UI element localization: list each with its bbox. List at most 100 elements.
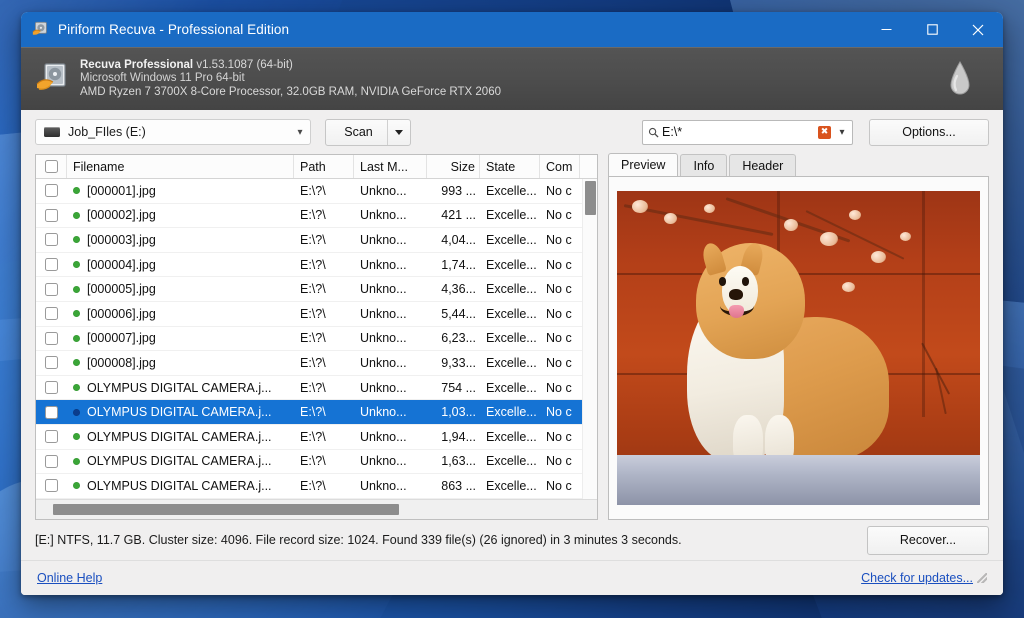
status-dot-green-icon (73, 285, 80, 293)
table-row[interactable]: [000003].jpg E:\?\ Unkno... 4,04... Excelle.… (36, 228, 597, 253)
table-row[interactable]: OLYMPUS DIGITAL CAMERA.j... E:\?\ Unkno...… (36, 425, 597, 450)
filename-text: OLYMPUS DIGITAL CAMERA.j... (87, 405, 272, 420)
filename-text: [000005].jpg (87, 282, 156, 297)
row-checkbox[interactable] (36, 179, 67, 203)
column-header-comment[interactable]: Com (540, 155, 580, 178)
search-filter-box[interactable]: E:\* ✖ ▾ (642, 119, 853, 145)
cell-size: 4,04... (441, 232, 476, 247)
status-dot-green-icon (73, 384, 80, 392)
search-icon (648, 127, 659, 138)
cell-filename: OLYMPUS DIGITAL CAMERA.j... (67, 450, 294, 474)
table-row[interactable]: OLYMPUS DIGITAL CAMERA.j... E:\?\ Unkno...… (36, 376, 597, 401)
status-dot-green-icon (73, 433, 80, 441)
clear-search-icon[interactable]: ✖ (818, 125, 831, 139)
cell-last-modified: Unkno... (360, 405, 407, 420)
row-checkbox[interactable] (36, 253, 67, 277)
cell-state: Excelle... (486, 478, 537, 493)
table-row[interactable]: OLYMPUS DIGITAL CAMERA.j... E:\?\ Unkno...… (36, 474, 597, 499)
cell-size: 421 ... (441, 208, 476, 223)
check-for-updates-link[interactable]: Check for updates... (861, 571, 973, 585)
cell-size: 754 ... (441, 380, 476, 395)
row-checkbox[interactable] (36, 228, 67, 252)
checkbox-icon (45, 208, 58, 222)
horizontal-scrollbar[interactable] (36, 499, 597, 519)
checkbox-icon (45, 307, 58, 321)
row-checkbox[interactable] (36, 302, 67, 326)
cell-filename: [000002].jpg (67, 204, 294, 228)
scan-button[interactable]: Scan (325, 118, 411, 146)
table-row[interactable]: [000008].jpg E:\?\ Unkno... 9,33... Excelle.… (36, 351, 597, 376)
column-header-filename[interactable]: Filename (67, 155, 294, 178)
table-row[interactable]: OLYMPUS DIGITAL CAMERA.j... E:\?\ Unkno...… (36, 450, 597, 475)
chevron-down-icon: ▾ (297, 126, 303, 138)
row-checkbox[interactable] (36, 277, 67, 301)
toolbar: Job_FIles (E:) ▾ Scan E:\* ✖ ▾ Options..… (21, 110, 1003, 154)
row-checkbox[interactable] (36, 425, 67, 449)
cell-path: E:\?\ (300, 405, 326, 420)
checkbox-icon (45, 258, 58, 272)
table-row[interactable]: [000005].jpg E:\?\ Unkno... 4,36... Excelle.… (36, 277, 597, 302)
online-help-link[interactable]: Online Help (37, 571, 102, 585)
filename-text: OLYMPUS DIGITAL CAMERA.j... (87, 380, 272, 395)
checkbox-icon (45, 356, 58, 370)
tab-preview[interactable]: Preview (608, 153, 679, 176)
horizontal-scrollbar-thumb[interactable] (53, 504, 399, 515)
cell-last-modified: Unkno... (360, 282, 407, 297)
row-checkbox[interactable] (36, 351, 67, 375)
file-list[interactable]: Filename Path Last M... Size State Com [… (35, 154, 598, 520)
cell-size: 4,36... (441, 282, 476, 297)
scan-dropdown-button[interactable] (387, 119, 410, 145)
row-checkbox[interactable] (36, 327, 67, 351)
column-header-last-modified[interactable]: Last M... (354, 155, 427, 178)
resize-grip-icon[interactable] (977, 573, 987, 583)
minimize-button[interactable] (863, 12, 909, 47)
cell-path: E:\?\ (300, 355, 326, 370)
tab-header[interactable]: Header (729, 154, 797, 176)
footer-bar: Online Help Check for updates... (21, 560, 1003, 595)
cell-filename: [000008].jpg (67, 351, 294, 375)
content-split: Filename Path Last M... Size State Com [… (21, 153, 1003, 520)
search-input-value[interactable]: E:\* (659, 125, 818, 139)
table-row[interactable]: [000006].jpg E:\?\ Unkno... 5,44... Excelle.… (36, 302, 597, 327)
column-header-size[interactable]: Size (427, 155, 480, 178)
title-bar[interactable]: Piriform Recuva - Professional Edition (21, 12, 1003, 47)
column-header-path[interactable]: Path (294, 155, 354, 178)
tab-info[interactable]: Info (680, 154, 728, 176)
maximize-button[interactable] (909, 12, 955, 47)
row-checkbox[interactable] (36, 400, 67, 424)
drive-select[interactable]: Job_FIles (E:) ▾ (35, 119, 311, 145)
row-checkbox[interactable] (36, 376, 67, 400)
options-button[interactable]: Options... (869, 118, 989, 146)
status-dot-green-icon (73, 236, 80, 244)
table-row[interactable]: OLYMPUS DIGITAL CAMERA.j... E:\?\ Unkno...… (36, 400, 597, 425)
table-row[interactable]: [000001].jpg E:\?\ Unkno... 993 ... Excelle.… (36, 179, 597, 204)
cell-path: E:\?\ (300, 282, 326, 297)
row-checkbox[interactable] (36, 474, 67, 498)
cell-last-modified: Unkno... (360, 306, 407, 321)
select-all-checkbox[interactable] (36, 155, 67, 178)
close-button[interactable] (955, 12, 1001, 47)
row-checkbox[interactable] (36, 204, 67, 228)
cell-comment: No c (546, 232, 572, 247)
status-dot-blue-icon (73, 408, 80, 416)
recover-button[interactable]: Recover... (867, 525, 989, 555)
cell-path: E:\?\ (300, 306, 326, 321)
tab-label: Info (693, 158, 715, 173)
table-row[interactable]: [000007].jpg E:\?\ Unkno... 6,23... Excelle.… (36, 327, 597, 352)
cell-state: Excelle... (486, 380, 537, 395)
checkbox-icon (45, 381, 58, 395)
column-header-state[interactable]: State (480, 155, 540, 178)
cell-filename: [000006].jpg (67, 302, 294, 326)
table-row[interactable]: [000004].jpg E:\?\ Unkno... 1,74... Excelle.… (36, 253, 597, 278)
vertical-scrollbar-thumb[interactable] (584, 181, 596, 215)
row-checkbox[interactable] (36, 450, 67, 474)
status-dot-green-icon (73, 457, 80, 465)
vertical-scrollbar[interactable] (582, 179, 597, 499)
search-chevron-down-icon[interactable]: ▾ (834, 127, 850, 138)
filename-text: [000008].jpg (87, 355, 156, 370)
product-version: v1.53.1087 (64-bit) (196, 58, 293, 71)
table-row[interactable]: [000002].jpg E:\?\ Unkno... 421 ... Excelle.… (36, 204, 597, 229)
status-text: [E:] NTFS, 11.7 GB. Cluster size: 4096. … (35, 533, 682, 547)
checkbox-icon (44, 160, 58, 173)
recover-button-label: Recover... (899, 533, 957, 547)
